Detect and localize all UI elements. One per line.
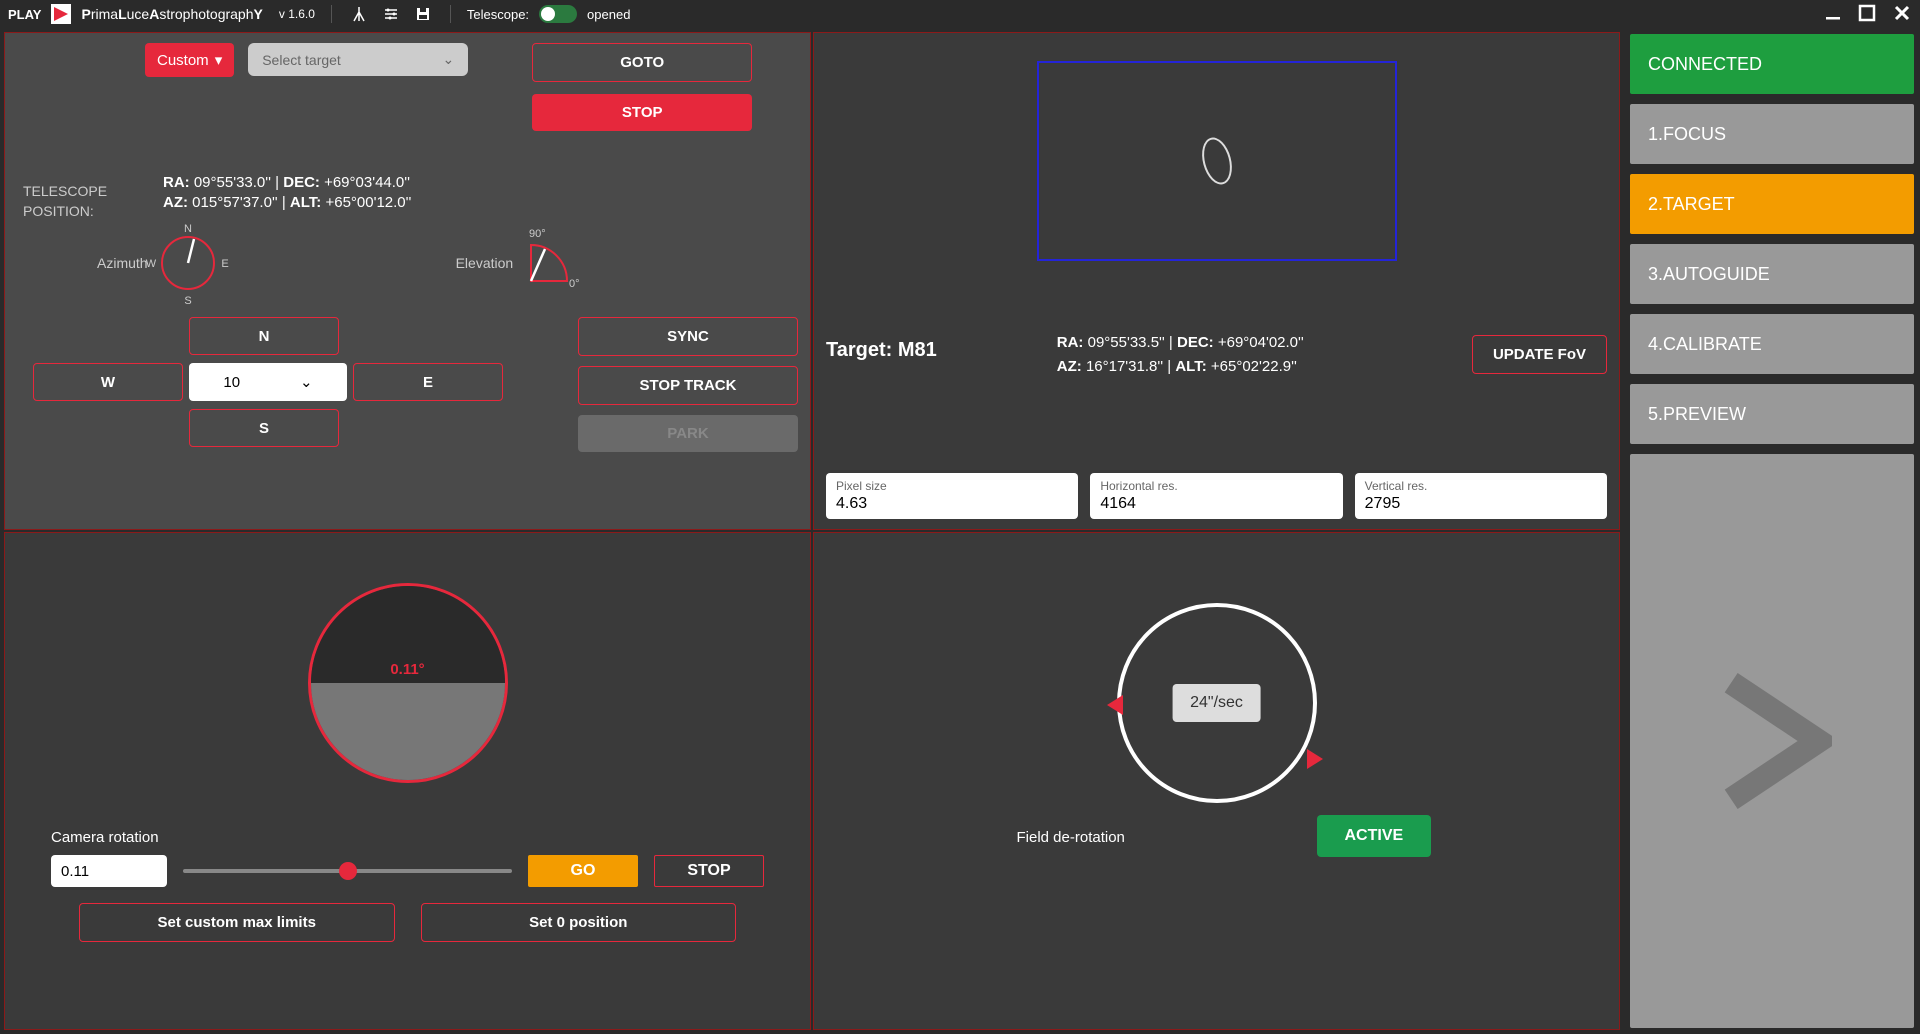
svg-text:N: N <box>184 223 192 235</box>
target-step[interactable]: 2.TARGET <box>1630 174 1914 234</box>
goto-button[interactable]: GOTO <box>532 43 752 82</box>
play-icon <box>1712 671 1832 811</box>
autoguide-step[interactable]: 3.AUTOGUIDE <box>1630 244 1914 304</box>
start-sequence-button[interactable] <box>1630 454 1914 1028</box>
derotation-dial: 24"/sec <box>1117 603 1317 803</box>
app-play-label: PLAY <box>8 7 41 22</box>
set-limits-button[interactable]: Set custom max limits <box>79 903 395 942</box>
rotation-slider[interactable] <box>183 869 512 873</box>
telescope-toggle[interactable] <box>539 5 577 23</box>
pixel-size-input[interactable]: Pixel size 4.63 <box>826 473 1078 519</box>
stop-track-button[interactable]: STOP TRACK <box>578 366 798 405</box>
field-derotation-panel: 24"/sec Field de-rotation ACTIVE <box>813 532 1620 1030</box>
app-version: v 1.6.0 <box>279 7 315 21</box>
stop-button[interactable]: STOP <box>532 94 752 131</box>
east-button[interactable]: E <box>353 363 503 401</box>
direction-pad: N W 10 ⌄ E S <box>33 317 503 447</box>
select-target-dropdown[interactable]: Select target ⌄ <box>248 43 468 76</box>
camera-rotation-panel: 0.11° Camera rotation 0.11 GO STOP Set c… <box>4 532 811 1030</box>
window-close-icon[interactable] <box>1892 3 1912 26</box>
rotation-go-button[interactable]: GO <box>528 855 638 887</box>
app-logo-icon <box>51 4 71 24</box>
target-marker-icon <box>1197 134 1236 188</box>
workflow-rail: CONNECTED 1.FOCUS 2.TARGET 3.AUTOGUIDE 4… <box>1624 28 1920 1034</box>
horizontal-res-input[interactable]: Horizontal res. 4164 <box>1090 473 1342 519</box>
derotation-speed: 24"/sec <box>1172 684 1261 722</box>
telescope-status: opened <box>587 7 630 22</box>
vertical-res-input[interactable]: Vertical res. 2795 <box>1355 473 1607 519</box>
calibrate-step[interactable]: 4.CALIBRATE <box>1630 314 1914 374</box>
rotation-angle-input[interactable]: 0.11 <box>51 855 167 887</box>
arrow-left-icon <box>1107 695 1123 715</box>
window-maximize-icon[interactable] <box>1858 4 1876 25</box>
chevron-down-icon: ▾ <box>215 51 223 69</box>
svg-text:90°: 90° <box>529 228 546 240</box>
derotation-active-button[interactable]: ACTIVE <box>1317 815 1432 857</box>
arrow-right-icon <box>1307 749 1323 769</box>
focus-step[interactable]: 1.FOCUS <box>1630 104 1914 164</box>
fov-frame <box>1037 61 1397 261</box>
azimuth-gauge: N S E W <box>156 231 220 295</box>
rotation-stop-button[interactable]: STOP <box>654 855 764 887</box>
svg-text:E: E <box>221 258 228 270</box>
derotation-label: Field de-rotation <box>1017 829 1125 846</box>
camera-rotation-label: Camera rotation <box>51 829 159 846</box>
svg-text:S: S <box>184 295 191 306</box>
preview-step[interactable]: 5.PREVIEW <box>1630 384 1914 444</box>
rotation-angle-label: 0.11° <box>390 661 424 678</box>
chevron-down-icon: ⌄ <box>300 373 313 391</box>
target-coordinates: RA: 09°55'33.5'' | DEC: +69°04'02.0'' AZ… <box>1057 331 1304 379</box>
custom-dropdown[interactable]: Custom ▾ <box>145 43 234 77</box>
telescope-coordinates: RA: 09°55'33.0'' | DEC: +69°03'44.0'' AZ… <box>163 173 411 213</box>
window-minimize-icon[interactable] <box>1824 4 1842 25</box>
chevron-down-icon: ⌄ <box>442 51 454 68</box>
svg-text:W: W <box>145 258 156 270</box>
connected-step[interactable]: CONNECTED <box>1630 34 1914 94</box>
telescope-position-label: TELESCOPE POSITION: <box>23 181 107 221</box>
target-fov-panel: Target: M81 RA: 09°55'33.5'' | DEC: +69°… <box>813 32 1620 530</box>
speed-select[interactable]: 10 ⌄ <box>189 363 347 401</box>
save-icon[interactable] <box>412 3 434 25</box>
set-zero-button[interactable]: Set 0 position <box>421 903 737 942</box>
tripod-icon[interactable] <box>348 3 370 25</box>
app-name: PrimaLuceAstrophotographY <box>81 6 262 22</box>
elevation-label: Elevation <box>456 255 514 271</box>
park-button: PARK <box>578 415 798 452</box>
telescope-control-panel: Custom ▾ Select target ⌄ GOTO STOP TELES… <box>4 32 811 530</box>
target-name: Target: M81 <box>826 339 937 362</box>
sliders-icon[interactable] <box>380 3 402 25</box>
telescope-toggle-label: Telescope: <box>467 7 529 22</box>
update-fov-button[interactable]: UPDATE FoV <box>1472 335 1607 374</box>
sync-button[interactable]: SYNC <box>578 317 798 356</box>
west-button[interactable]: W <box>33 363 183 401</box>
rotation-dial: 0.11° <box>308 583 508 783</box>
elevation-gauge: 90° 0° <box>521 231 585 295</box>
south-button[interactable]: S <box>189 409 339 447</box>
svg-text:0°: 0° <box>569 278 580 290</box>
azimuth-label: Azimuth <box>97 255 148 271</box>
north-button[interactable]: N <box>189 317 339 355</box>
